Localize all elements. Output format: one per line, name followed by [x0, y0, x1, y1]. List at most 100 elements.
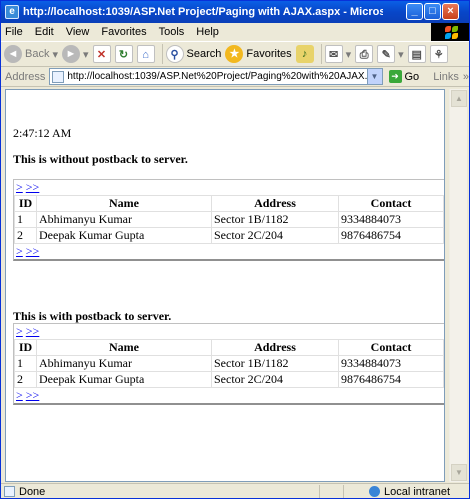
windows-logo-icon	[431, 23, 469, 41]
home-button[interactable]: ⌂	[136, 43, 155, 65]
status-text: Done	[19, 485, 46, 498]
table-header-row: ID Name Address Contact	[14, 339, 444, 356]
maximize-button[interactable]: □	[424, 3, 441, 20]
research-icon: ⚘	[429, 45, 448, 63]
pager-top: > >>	[14, 180, 444, 195]
edit-button[interactable]: ✎ ▾	[377, 43, 404, 65]
pager-last-link[interactable]: >>	[26, 244, 40, 258]
favorites-label: Favorites	[246, 48, 292, 60]
pager-next-link[interactable]: >	[16, 388, 23, 402]
grid-without-postback: > >> ID Name Address Contact 1 Abhimanyu …	[13, 179, 444, 261]
pager-next-link[interactable]: >	[16, 324, 23, 338]
scroll-down-icon[interactable]: ▼	[451, 464, 467, 481]
discuss-icon: ▤	[407, 45, 426, 63]
data-table: ID Name Address Contact 1 Abhimanyu Kuma…	[14, 195, 444, 244]
ie-icon: e	[5, 5, 19, 19]
column-header: Name	[36, 339, 212, 356]
cell-contact: 9876486754	[338, 227, 444, 244]
chevron-down-icon: ▾	[83, 48, 89, 61]
chevron-down-icon[interactable]: ▼	[366, 69, 382, 84]
cell-name: Deepak Kumar Gupta	[36, 371, 212, 388]
status-cell	[319, 484, 343, 498]
table-header-row: ID Name Address Contact	[14, 195, 444, 212]
cell-name: Deepak Kumar Gupta	[36, 227, 212, 244]
table-row: 1 Abhimanyu Kumar Sector 1B/1182 9334884…	[14, 355, 444, 372]
refresh-icon: ↻	[114, 45, 133, 63]
close-button[interactable]: ×	[442, 3, 459, 20]
scroll-up-icon[interactable]: ▲	[451, 90, 467, 107]
cell-id: 1	[14, 355, 37, 372]
cell-address: Sector 1B/1182	[211, 211, 339, 228]
media-button[interactable]: ♪	[295, 43, 314, 65]
menu-edit[interactable]: Edit	[35, 26, 54, 38]
favorites-button[interactable]: ★ Favorites	[225, 43, 292, 65]
vertical-scrollbar[interactable]: ▲ ▼	[449, 89, 467, 482]
search-icon: ⚲	[165, 45, 184, 63]
pager-bottom: > >>	[14, 388, 444, 403]
address-bar: Address http://localhost:1039/ASP.Net%20…	[1, 67, 469, 87]
page-icon	[52, 70, 65, 83]
cell-address: Sector 2C/204	[211, 371, 339, 388]
refresh-button[interactable]: ↻	[114, 43, 133, 65]
cell-contact: 9334884073	[338, 211, 444, 228]
pager-next-link[interactable]: >	[16, 180, 23, 194]
page-content: 2:47:12 AM This is without postback to s…	[5, 89, 445, 482]
menu-view[interactable]: View	[66, 26, 90, 38]
back-button[interactable]: ◄ Back ▾	[4, 43, 58, 65]
links-button[interactable]: Links	[433, 71, 459, 83]
menu-favorites[interactable]: Favorites	[101, 26, 146, 38]
toolbar: ◄ Back ▾ ► ▾ ✕ ↻ ⌂ ⚲ Search ★ Favorites …	[1, 41, 469, 67]
chevron-down-icon: ▾	[52, 48, 58, 61]
column-header: ID	[14, 339, 37, 356]
home-icon: ⌂	[136, 45, 155, 63]
table-row: 2 Deepak Kumar Gupta Sector 2C/204 98764…	[14, 227, 444, 244]
discuss-button[interactable]: ▤	[407, 43, 426, 65]
title-bar[interactable]: e http://localhost:1039/ASP.Net Project/…	[1, 1, 469, 23]
pager-bottom: > >>	[14, 244, 444, 259]
pager-last-link[interactable]: >>	[26, 388, 40, 402]
column-header: Contact	[338, 195, 444, 212]
zone-label: Local intranet	[384, 485, 451, 498]
browser-window: e http://localhost:1039/ASP.Net Project/…	[0, 0, 470, 499]
cell-name: Abhimanyu Kumar	[36, 355, 212, 372]
cell-id: 2	[14, 227, 37, 244]
print-button[interactable]: ⎙	[355, 43, 374, 65]
media-icon: ♪	[295, 45, 314, 63]
pager-top: > >>	[14, 324, 444, 339]
column-header: Address	[211, 339, 339, 356]
pager-next-link[interactable]: >	[16, 244, 23, 258]
current-time: 2:47:12 AM	[13, 126, 72, 140]
stop-button[interactable]: ✕	[92, 43, 111, 65]
toolbar-separator	[161, 44, 163, 64]
address-input[interactable]: http://localhost:1039/ASP.Net%20Project/…	[49, 68, 383, 85]
menu-file[interactable]: File	[5, 26, 23, 38]
column-header: Contact	[338, 339, 444, 356]
cell-contact: 9876486754	[338, 371, 444, 388]
forward-arrow-icon: ►	[62, 45, 80, 63]
pager-last-link[interactable]: >>	[26, 324, 40, 338]
cell-id: 2	[14, 371, 37, 388]
minimize-button[interactable]: _	[406, 3, 423, 20]
data-table: ID Name Address Contact 1 Abhimanyu Kuma…	[14, 339, 444, 388]
cell-name: Abhimanyu Kumar	[36, 211, 212, 228]
menu-help[interactable]: Help	[196, 26, 219, 38]
pager-last-link[interactable]: >>	[26, 180, 40, 194]
chevron-down-icon: ▾	[398, 48, 404, 61]
status-bar: Done Local intranet	[1, 483, 469, 498]
cell-id: 1	[14, 211, 37, 228]
minimize-icon: _	[411, 5, 418, 17]
menu-tools[interactable]: Tools	[159, 26, 185, 38]
forward-button[interactable]: ► ▾	[62, 43, 89, 65]
mail-button[interactable]: ✉ ▾	[324, 43, 351, 65]
search-button[interactable]: ⚲ Search	[165, 43, 221, 65]
menu-bar: File Edit View Favorites Tools Help	[1, 23, 431, 41]
globe-icon	[369, 486, 380, 497]
back-arrow-icon: ◄	[4, 45, 22, 63]
go-button[interactable]: ➜ Go	[388, 70, 419, 83]
research-button[interactable]: ⚘	[429, 43, 448, 65]
toolbar-separator	[320, 44, 322, 64]
column-header: ID	[14, 195, 37, 212]
grid-with-postback: > >> ID Name Address Contact 1 Abhimanyu …	[13, 323, 444, 405]
chevron-right-icon[interactable]: »	[463, 71, 469, 83]
security-zone: Local intranet	[369, 486, 450, 498]
